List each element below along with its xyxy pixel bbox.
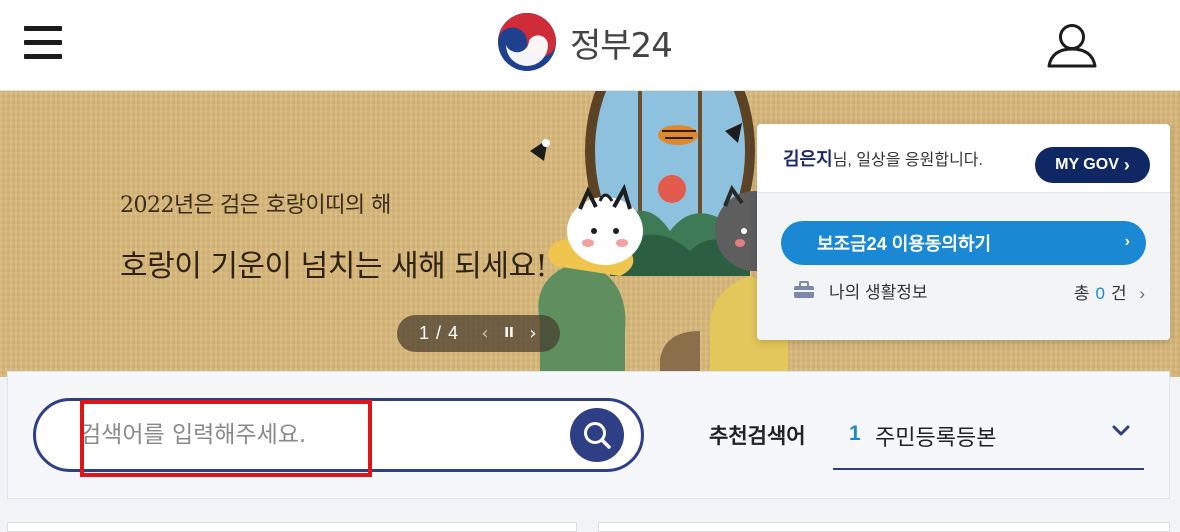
count-suffix: 건 bbox=[1110, 284, 1127, 303]
search-button[interactable] bbox=[570, 408, 624, 462]
chevron-down-icon bbox=[1112, 425, 1130, 436]
slide-counter: 1 / 4 bbox=[419, 323, 460, 343]
chevron-right-icon: › bbox=[1139, 284, 1145, 303]
chevron-right-icon: › bbox=[1123, 154, 1130, 175]
subsidy-consent-label: 보조금24 이용동의하기 bbox=[817, 234, 992, 254]
user-name: 김은지 bbox=[783, 149, 833, 169]
life-info-label: 나의 생활정보 bbox=[829, 282, 928, 302]
recommended-rank: 1 bbox=[849, 422, 861, 445]
gov24-logo[interactable]: 정부24 bbox=[496, 10, 673, 74]
subsidy-consent-button[interactable]: 보조금24 이용동의하기 › bbox=[781, 221, 1146, 265]
recommended-search-label: 추천검색어 bbox=[709, 425, 806, 448]
mygov-button[interactable]: MY GOV › bbox=[1035, 147, 1150, 183]
user-profile-icon[interactable] bbox=[1046, 22, 1098, 68]
card-actions: 보조금24 이용동의하기 › 나의 생활정보 총0건 › bbox=[757, 193, 1170, 340]
recommended-term: 주민등록등본 bbox=[875, 425, 997, 450]
site-header: 정부24 bbox=[0, 0, 1180, 91]
count-value: 0 bbox=[1095, 284, 1105, 303]
chevron-right-icon: › bbox=[1124, 233, 1130, 250]
banner-headline-large: 호랑이 기운이 넘치는 새해 되세요! bbox=[120, 249, 548, 284]
logo-text: 정부24 bbox=[570, 25, 673, 66]
briefcase-icon bbox=[794, 281, 814, 298]
recommended-search-dropdown[interactable]: 1 주민등록등본 bbox=[833, 408, 1144, 470]
search-input[interactable] bbox=[80, 415, 550, 455]
banner-slider-control: 1 / 4 ‹ II › bbox=[397, 315, 560, 352]
slide-prev-button[interactable]: ‹ bbox=[473, 323, 497, 344]
mygov-label: MY GOV bbox=[1055, 156, 1119, 173]
banner-headline-small: 2022년은 검은 호랑이띠의 해 bbox=[120, 193, 391, 218]
life-info-count: 총0건 › bbox=[1074, 279, 1145, 304]
greeting-text: 님, 일상을 응원합니다. bbox=[832, 152, 983, 169]
taegeuk-logo-icon bbox=[498, 13, 556, 71]
hamburger-menu-icon[interactable] bbox=[24, 26, 64, 60]
search-box bbox=[33, 398, 644, 472]
slide-next-button[interactable]: › bbox=[521, 323, 545, 344]
bottom-panel-right bbox=[598, 522, 1170, 532]
user-welcome-card: 김은지 님, 일상을 응원합니다. MY GOV › 보조금24 이용동의하기 … bbox=[757, 124, 1170, 340]
slide-pause-button[interactable]: II bbox=[497, 326, 521, 341]
bottom-panel-left bbox=[7, 522, 577, 532]
search-section: 추천검색어 1 주민등록등본 bbox=[7, 371, 1170, 499]
count-prefix: 총 bbox=[1073, 284, 1090, 303]
search-icon bbox=[584, 422, 611, 449]
life-info-link[interactable]: 나의 생활정보 총0건 › bbox=[793, 275, 1145, 305]
